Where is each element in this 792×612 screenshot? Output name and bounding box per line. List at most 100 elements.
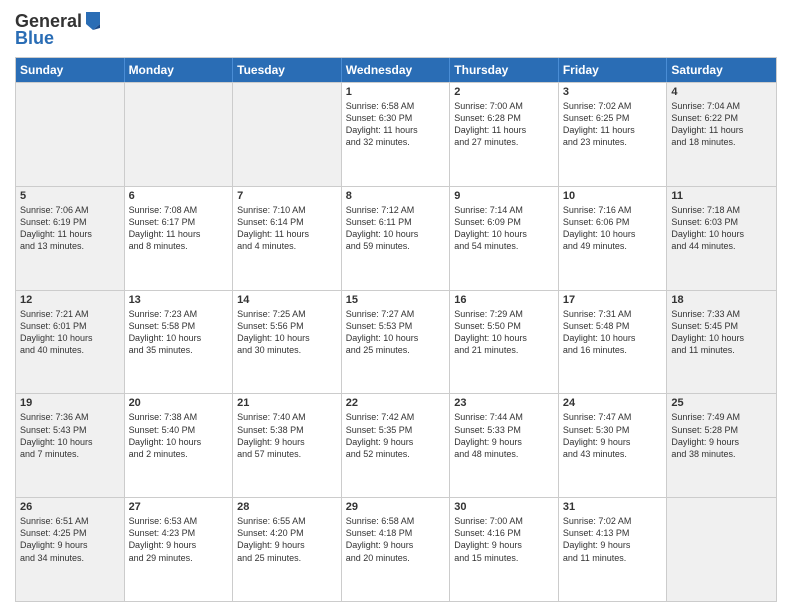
calendar-body: 1 Sunrise: 6:58 AM Sunset: 6:30 PM Daylig… (16, 82, 776, 601)
header-day-thursday: Thursday (450, 58, 559, 82)
calendar-cell-3-1: 20 Sunrise: 7:38 AM Sunset: 5:40 PM Dayli… (125, 394, 234, 497)
day-number: 11 (671, 190, 772, 202)
header-day-tuesday: Tuesday (233, 58, 342, 82)
header-day-sunday: Sunday (16, 58, 125, 82)
day-number: 18 (671, 294, 772, 306)
day-number: 25 (671, 397, 772, 409)
cell-info: Sunrise: 7:38 AM Sunset: 5:40 PM Dayligh… (129, 411, 229, 460)
cell-info: Sunrise: 7:00 AM Sunset: 6:28 PM Dayligh… (454, 100, 554, 149)
calendar-cell-1-2: 7 Sunrise: 7:10 AM Sunset: 6:14 PM Daylig… (233, 187, 342, 290)
page: General Blue SundayMondayTuesdayWednesda… (0, 0, 792, 612)
day-number: 10 (563, 190, 663, 202)
day-number: 28 (237, 501, 337, 513)
day-number: 19 (20, 397, 120, 409)
cell-info: Sunrise: 7:14 AM Sunset: 6:09 PM Dayligh… (454, 204, 554, 253)
calendar-cell-0-2 (233, 83, 342, 186)
day-number: 17 (563, 294, 663, 306)
cell-info: Sunrise: 7:00 AM Sunset: 4:16 PM Dayligh… (454, 515, 554, 564)
day-number: 31 (563, 501, 663, 513)
cell-info: Sunrise: 7:16 AM Sunset: 6:06 PM Dayligh… (563, 204, 663, 253)
calendar-cell-3-4: 23Sunrise: 7:44 AM Sunset: 5:33 PM Dayli… (450, 394, 559, 497)
day-number: 8 (346, 190, 446, 202)
cell-info: Sunrise: 7:02 AM Sunset: 6:25 PM Dayligh… (563, 100, 663, 149)
cell-info: Sunrise: 6:51 AM Sunset: 4:25 PM Dayligh… (20, 515, 120, 564)
day-number: 3 (563, 86, 663, 98)
day-number: 20 (129, 397, 229, 409)
calendar-cell-4-2: 28 Sunrise: 6:55 AM Sunset: 4:20 PM Dayli… (233, 498, 342, 601)
day-number: 6 (129, 190, 229, 202)
calendar-cell-1-0: 5Sunrise: 7:06 AM Sunset: 6:19 PM Daylig… (16, 187, 125, 290)
calendar-cell-4-0: 26 Sunrise: 6:51 AM Sunset: 4:25 PM Dayli… (16, 498, 125, 601)
cell-info: Sunrise: 6:58 AM Sunset: 6:30 PM Dayligh… (346, 100, 446, 149)
cell-info: Sunrise: 7:18 AM Sunset: 6:03 PM Dayligh… (671, 204, 772, 253)
day-number: 9 (454, 190, 554, 202)
cell-info: Sunrise: 7:21 AM Sunset: 6:01 PM Dayligh… (20, 308, 120, 357)
calendar-row-2: 12 Sunrise: 7:21 AM Sunset: 6:01 PM Dayli… (16, 290, 776, 394)
logo: General Blue (15, 10, 102, 49)
cell-info: Sunrise: 6:55 AM Sunset: 4:20 PM Dayligh… (237, 515, 337, 564)
day-number: 12 (20, 294, 120, 306)
day-number: 16 (454, 294, 554, 306)
calendar-cell-2-3: 15 Sunrise: 7:27 AM Sunset: 5:53 PM Dayli… (342, 291, 451, 394)
cell-info: Sunrise: 7:08 AM Sunset: 6:17 PM Dayligh… (129, 204, 229, 253)
day-number: 29 (346, 501, 446, 513)
cell-info: Sunrise: 7:06 AM Sunset: 6:19 PM Dayligh… (20, 204, 120, 253)
calendar-cell-0-0 (16, 83, 125, 186)
cell-info: Sunrise: 7:25 AM Sunset: 5:56 PM Dayligh… (237, 308, 337, 357)
cell-info: Sunrise: 7:40 AM Sunset: 5:38 PM Dayligh… (237, 411, 337, 460)
calendar-row-4: 26 Sunrise: 6:51 AM Sunset: 4:25 PM Dayli… (16, 497, 776, 601)
cell-info: Sunrise: 7:31 AM Sunset: 5:48 PM Dayligh… (563, 308, 663, 357)
calendar-cell-2-0: 12 Sunrise: 7:21 AM Sunset: 6:01 PM Dayli… (16, 291, 125, 394)
cell-info: Sunrise: 7:04 AM Sunset: 6:22 PM Dayligh… (671, 100, 772, 149)
cell-info: Sunrise: 7:33 AM Sunset: 5:45 PM Dayligh… (671, 308, 772, 357)
calendar-cell-4-1: 27Sunrise: 6:53 AM Sunset: 4:23 PM Dayli… (125, 498, 234, 601)
cell-info: Sunrise: 7:23 AM Sunset: 5:58 PM Dayligh… (129, 308, 229, 357)
calendar: SundayMondayTuesdayWednesdayThursdayFrid… (15, 57, 777, 602)
calendar-cell-0-6: 4 Sunrise: 7:04 AM Sunset: 6:22 PM Daylig… (667, 83, 776, 186)
header: General Blue (15, 10, 777, 49)
cell-info: Sunrise: 6:58 AM Sunset: 4:18 PM Dayligh… (346, 515, 446, 564)
day-number: 2 (454, 86, 554, 98)
day-number: 21 (237, 397, 337, 409)
cell-info: Sunrise: 7:02 AM Sunset: 4:13 PM Dayligh… (563, 515, 663, 564)
day-number: 4 (671, 86, 772, 98)
header-day-saturday: Saturday (667, 58, 776, 82)
cell-info: Sunrise: 7:27 AM Sunset: 5:53 PM Dayligh… (346, 308, 446, 357)
day-number: 24 (563, 397, 663, 409)
calendar-cell-3-2: 21 Sunrise: 7:40 AM Sunset: 5:38 PM Dayli… (233, 394, 342, 497)
header-day-monday: Monday (125, 58, 234, 82)
day-number: 27 (129, 501, 229, 513)
day-number: 22 (346, 397, 446, 409)
calendar-cell-4-6 (667, 498, 776, 601)
cell-info: Sunrise: 7:10 AM Sunset: 6:14 PM Dayligh… (237, 204, 337, 253)
cell-info: Sunrise: 7:36 AM Sunset: 5:43 PM Dayligh… (20, 411, 120, 460)
calendar-row-1: 5Sunrise: 7:06 AM Sunset: 6:19 PM Daylig… (16, 186, 776, 290)
cell-info: Sunrise: 7:44 AM Sunset: 5:33 PM Dayligh… (454, 411, 554, 460)
calendar-cell-2-5: 17 Sunrise: 7:31 AM Sunset: 5:48 PM Dayli… (559, 291, 668, 394)
calendar-cell-1-4: 9 Sunrise: 7:14 AM Sunset: 6:09 PM Daylig… (450, 187, 559, 290)
day-number: 1 (346, 86, 446, 98)
calendar-header: SundayMondayTuesdayWednesdayThursdayFrid… (16, 58, 776, 82)
calendar-cell-1-3: 8 Sunrise: 7:12 AM Sunset: 6:11 PM Daylig… (342, 187, 451, 290)
calendar-cell-3-0: 19 Sunrise: 7:36 AM Sunset: 5:43 PM Dayli… (16, 394, 125, 497)
day-number: 26 (20, 501, 120, 513)
day-number: 15 (346, 294, 446, 306)
cell-info: Sunrise: 7:12 AM Sunset: 6:11 PM Dayligh… (346, 204, 446, 253)
calendar-cell-2-1: 13Sunrise: 7:23 AM Sunset: 5:58 PM Dayli… (125, 291, 234, 394)
header-day-wednesday: Wednesday (342, 58, 451, 82)
cell-info: Sunrise: 7:29 AM Sunset: 5:50 PM Dayligh… (454, 308, 554, 357)
calendar-cell-2-4: 16 Sunrise: 7:29 AM Sunset: 5:50 PM Dayli… (450, 291, 559, 394)
calendar-row-0: 1 Sunrise: 6:58 AM Sunset: 6:30 PM Daylig… (16, 82, 776, 186)
cell-info: Sunrise: 7:47 AM Sunset: 5:30 PM Dayligh… (563, 411, 663, 460)
header-day-friday: Friday (559, 58, 668, 82)
calendar-cell-0-3: 1 Sunrise: 6:58 AM Sunset: 6:30 PM Daylig… (342, 83, 451, 186)
day-number: 7 (237, 190, 337, 202)
calendar-cell-0-1 (125, 83, 234, 186)
day-number: 14 (237, 294, 337, 306)
calendar-cell-3-3: 22 Sunrise: 7:42 AM Sunset: 5:35 PM Dayli… (342, 394, 451, 497)
calendar-cell-1-1: 6 Sunrise: 7:08 AM Sunset: 6:17 PM Daylig… (125, 187, 234, 290)
calendar-cell-0-5: 3 Sunrise: 7:02 AM Sunset: 6:25 PM Daylig… (559, 83, 668, 186)
cell-info: Sunrise: 7:42 AM Sunset: 5:35 PM Dayligh… (346, 411, 446, 460)
calendar-cell-4-3: 29 Sunrise: 6:58 AM Sunset: 4:18 PM Dayli… (342, 498, 451, 601)
cell-info: Sunrise: 7:49 AM Sunset: 5:28 PM Dayligh… (671, 411, 772, 460)
